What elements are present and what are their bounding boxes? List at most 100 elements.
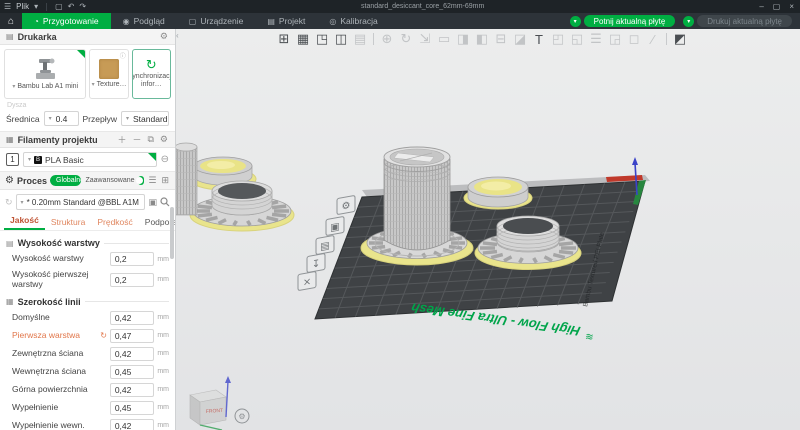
value-input[interactable]: 0,42 bbox=[109, 346, 155, 361]
unit-label: mm bbox=[157, 422, 169, 430]
svg-text:▤: ▤ bbox=[320, 240, 329, 253]
home-button[interactable]: ⌂ bbox=[0, 13, 22, 29]
sidebar-scrollbar[interactable] bbox=[170, 207, 174, 259]
plate-settings-icon[interactable]: ⚙ bbox=[336, 195, 356, 215]
build-plate-card[interactable]: ⓘ ▾ Texture… bbox=[89, 49, 129, 99]
selected-corner-badge bbox=[77, 50, 86, 58]
printer-image bbox=[36, 58, 56, 80]
value-input[interactable]: 0,45 bbox=[109, 400, 155, 415]
flow-select[interactable]: ▾ Standard bbox=[121, 111, 169, 126]
lock-plate-icon[interactable]: ▣ bbox=[325, 216, 345, 236]
printer-icon: ▤ bbox=[6, 32, 14, 41]
slice-plate-button[interactable]: Potnij aktualną płytę bbox=[583, 15, 676, 27]
viewport-3d[interactable]: ‹ ⊞ ▦ ◳ ◫ ▤ ⊕ ↻ ⇲ ▭ ◨ ◧ ⊟ ◪ T ◰ ◱ ☰ ◲ ◻ ∕ ◩ bbox=[176, 29, 800, 430]
file-menu[interactable]: Plik bbox=[16, 2, 29, 11]
model-offplate-group[interactable] bbox=[176, 142, 295, 232]
setting-label: Wewnętrzna ściana bbox=[12, 365, 87, 376]
tab-podgląd[interactable]: ◉ Podgląd bbox=[111, 13, 177, 29]
remove-filament-circle-icon[interactable]: ⊖ bbox=[161, 154, 169, 165]
plate-type-name: Texture… bbox=[96, 81, 127, 89]
settings-section-header: ▦ Szerokość linii bbox=[6, 297, 169, 307]
setting-label: Pierwsza warstwa bbox=[12, 329, 81, 340]
tab-projekt[interactable]: ▤ Projekt bbox=[255, 13, 317, 29]
remove-filament-icon[interactable]: － bbox=[131, 133, 142, 146]
scope-global-button[interactable]: Globalne bbox=[50, 175, 81, 186]
view-list-icon[interactable]: ☰ bbox=[147, 175, 157, 186]
advanced-toggle[interactable] bbox=[136, 176, 145, 185]
info-icon[interactable]: ⓘ bbox=[120, 51, 126, 60]
setting-label: Wypełnienie bbox=[12, 401, 59, 412]
settings-row: Zewnętrzna ściana 0,42 mm bbox=[6, 345, 169, 363]
print-plate-button[interactable]: Drukuj aktualną płytę bbox=[697, 15, 792, 27]
value-input[interactable]: 0,42 bbox=[109, 310, 155, 325]
setting-label: Wysokość warstwy bbox=[12, 253, 84, 264]
process-tab-struktura[interactable]: Struktura bbox=[45, 215, 92, 230]
value-input[interactable]: 0,42 bbox=[109, 418, 155, 430]
scene-canvas[interactable]: Bambu Textured PEI Plate ⚙▣▤↧× High Flow… bbox=[176, 29, 800, 430]
undo-icon[interactable]: ↶ bbox=[68, 2, 75, 11]
svg-text:×: × bbox=[303, 276, 311, 288]
slice-dropdown-icon[interactable]: ▾ bbox=[569, 15, 581, 27]
hamburger-icon[interactable]: ☰ bbox=[4, 2, 11, 11]
titlebar: ☰ Plik ▾ ▢ ↶ ↷ standard_desiccant_core_6… bbox=[0, 0, 800, 13]
tab-icon: ▢ bbox=[188, 16, 197, 26]
preset-name: * 0.20mm Standard @BBL A1M bbox=[26, 197, 139, 207]
settings-row: Górna powierzchnia 0,42 mm bbox=[6, 381, 169, 399]
sync-info-card[interactable]: ↻ Synchronizacja infor… bbox=[131, 49, 171, 99]
plate-name-icon[interactable]: ▤ bbox=[315, 235, 335, 255]
tab-przygotowanie[interactable]: ◔ Przygotowanie bbox=[22, 13, 111, 29]
print-dropdown-icon[interactable]: ▾ bbox=[683, 15, 695, 27]
document-title: standard_desiccant_core_62mm-69mm bbox=[361, 3, 485, 10]
chevron-down-icon: ▾ bbox=[12, 83, 16, 90]
process-tab-jakość[interactable]: Jakość bbox=[4, 213, 45, 230]
section-icon: ▦ bbox=[6, 297, 14, 307]
tab-urządzenie[interactable]: ▢ Urządzenie bbox=[177, 13, 256, 29]
tab-icon: ◔ bbox=[34, 16, 39, 26]
svg-text:⚙: ⚙ bbox=[238, 412, 245, 421]
tab-icon: ◎ bbox=[329, 16, 337, 26]
unit-label: mm bbox=[157, 404, 169, 412]
model-cap-ring[interactable] bbox=[463, 176, 533, 210]
process-section-header: ⚙ Proces Globalne Obiekty Zaawansowane ☰… bbox=[0, 172, 175, 190]
selected-corner-badge bbox=[147, 153, 156, 161]
close-icon[interactable]: × bbox=[789, 2, 794, 11]
value-input[interactable]: 0,2 bbox=[109, 272, 155, 287]
new-project-icon[interactable]: ▢ bbox=[55, 2, 63, 11]
restore-icon[interactable]: ▢ bbox=[773, 2, 781, 11]
nozzle-diameter-select[interactable]: ▾ 0.4 bbox=[43, 111, 79, 126]
scene-settings-icon[interactable]: ⚙ bbox=[234, 408, 250, 424]
print-button-group: ▾ Drukuj aktualną płytę bbox=[683, 15, 792, 27]
tab-kalibracja[interactable]: ◎ Kalibracja bbox=[317, 13, 389, 29]
process-tab-prędkość[interactable]: Prędkość bbox=[91, 215, 138, 230]
delete-plate-icon[interactable]: × bbox=[297, 271, 317, 291]
settings-row: Wysokość pierwszej warstwy 0,2 mm bbox=[6, 268, 169, 292]
add-filament-icon[interactable]: ＋ bbox=[116, 133, 127, 146]
unit-label: mm bbox=[157, 368, 169, 376]
minimize-icon[interactable]: – bbox=[759, 2, 763, 11]
sync-filament-list-icon[interactable]: ⧉ bbox=[146, 134, 154, 145]
revert-preset-icon[interactable]: ↻ bbox=[5, 197, 13, 208]
chevron-down-icon[interactable]: ▾ bbox=[34, 2, 38, 11]
process-preset-select[interactable]: ▾ * 0.20mm Standard @BBL A1M bbox=[15, 194, 146, 210]
save-preset-icon[interactable]: ▣ bbox=[148, 197, 157, 208]
value-input[interactable]: 0,47 bbox=[109, 328, 155, 343]
process-icon: ⚙ bbox=[5, 175, 14, 186]
flow-label: Przepływ bbox=[82, 113, 117, 124]
filament-select[interactable]: ▾ B PLA Basic bbox=[23, 152, 157, 167]
divider bbox=[46, 2, 48, 11]
process-tabs: JakośćStrukturaPrędkośćPodporaInne bbox=[0, 214, 175, 231]
navigation-cube[interactable]: FRONT bbox=[189, 376, 231, 430]
redo-icon[interactable]: ↷ bbox=[79, 2, 86, 11]
tab-label: Kalibracja bbox=[340, 16, 378, 26]
value-input[interactable]: 0,42 bbox=[109, 382, 155, 397]
value-input[interactable]: 0,45 bbox=[109, 364, 155, 379]
printer-settings-gear-icon[interactable]: ⚙ bbox=[159, 31, 169, 42]
move-plate-icon[interactable]: ↧ bbox=[306, 253, 326, 273]
compare-preset-icon[interactable]: ⊞ bbox=[160, 175, 170, 186]
filament-settings-gear-icon[interactable]: ⚙ bbox=[159, 134, 169, 145]
value-input[interactable]: 0,2 bbox=[109, 252, 155, 266]
settings-row: Wewnętrzna ściana 0,45 mm bbox=[6, 363, 169, 381]
printer-card[interactable]: ▾ Bambu Lab A1 mini bbox=[4, 49, 87, 99]
search-icon[interactable] bbox=[160, 197, 170, 207]
revert-value-icon[interactable]: ↻ bbox=[100, 331, 110, 340]
